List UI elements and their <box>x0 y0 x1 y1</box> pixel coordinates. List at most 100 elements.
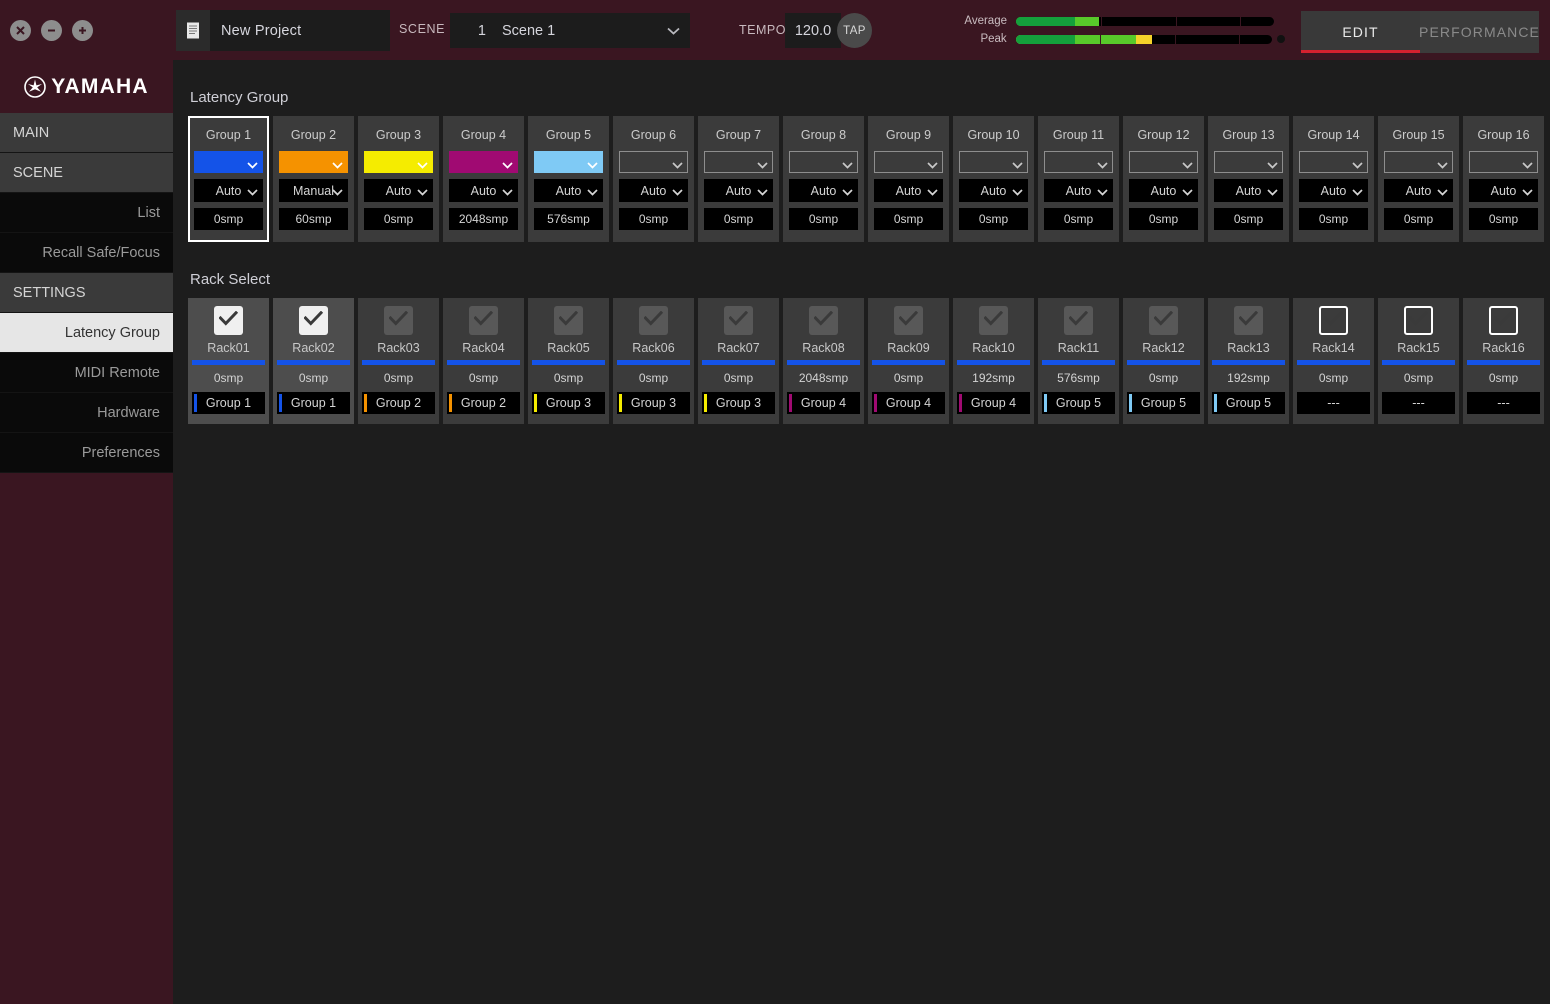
rack-group-selector[interactable]: Group 1 <box>192 392 265 414</box>
group-color-selector[interactable] <box>704 151 773 173</box>
sidebar-item-list[interactable]: List <box>0 193 173 233</box>
latency-mode-selector[interactable]: Auto <box>1044 179 1113 202</box>
rack-group-selector[interactable]: --- <box>1382 392 1455 414</box>
rack-group-selector[interactable]: Group 5 <box>1127 392 1200 414</box>
rack-checkbox[interactable] <box>1149 306 1178 335</box>
tab-performance[interactable]: PERFORMANCE <box>1419 11 1539 53</box>
rack-group-selector[interactable]: --- <box>1297 392 1370 414</box>
rack-checkbox[interactable] <box>639 306 668 335</box>
tab-edit[interactable]: EDIT <box>1301 11 1420 53</box>
latency-group-card[interactable]: Group 13 Auto 0smp <box>1208 116 1289 242</box>
group-color-selector[interactable] <box>1469 151 1538 173</box>
group-color-selector[interactable] <box>959 151 1028 173</box>
sidebar-item-recall-safe-focus[interactable]: Recall Safe/Focus <box>0 233 173 273</box>
latency-mode-selector[interactable]: Auto <box>704 179 773 202</box>
latency-group-card[interactable]: Group 11 Auto 0smp <box>1038 116 1119 242</box>
rack-checkbox[interactable] <box>1234 306 1263 335</box>
rack-card[interactable]: Rack04 0smp Group 2 <box>443 298 524 424</box>
group-color-selector[interactable] <box>1129 151 1198 173</box>
rack-checkbox[interactable] <box>1319 306 1348 335</box>
group-color-selector[interactable] <box>364 151 433 173</box>
rack-group-selector[interactable]: Group 4 <box>787 392 860 414</box>
group-color-selector[interactable] <box>619 151 688 173</box>
rack-card[interactable]: Rack14 0smp --- <box>1293 298 1374 424</box>
rack-checkbox[interactable] <box>214 306 243 335</box>
latency-group-card[interactable]: Group 4 Auto 2048smp <box>443 116 524 242</box>
rack-checkbox[interactable] <box>299 306 328 335</box>
rack-card[interactable]: Rack16 0smp --- <box>1463 298 1544 424</box>
rack-group-selector[interactable]: Group 1 <box>277 392 350 414</box>
sidebar-item-main[interactable]: MAIN <box>0 113 173 153</box>
rack-group-selector[interactable]: Group 4 <box>872 392 945 414</box>
latency-mode-selector[interactable]: Manual <box>279 179 348 202</box>
rack-card[interactable]: Rack09 0smp Group 4 <box>868 298 949 424</box>
rack-checkbox[interactable] <box>384 306 413 335</box>
rack-group-selector[interactable]: Group 3 <box>532 392 605 414</box>
latency-mode-selector[interactable]: Auto <box>449 179 518 202</box>
latency-group-card[interactable]: Group 6 Auto 0smp <box>613 116 694 242</box>
rack-group-selector[interactable]: Group 5 <box>1212 392 1285 414</box>
rack-card[interactable]: Rack01 0smp Group 1 <box>188 298 269 424</box>
rack-checkbox[interactable] <box>979 306 1008 335</box>
rack-card[interactable]: Rack11 576smp Group 5 <box>1038 298 1119 424</box>
group-color-selector[interactable] <box>1384 151 1453 173</box>
rack-card[interactable]: Rack06 0smp Group 3 <box>613 298 694 424</box>
sidebar-item-settings[interactable]: SETTINGS <box>0 273 173 313</box>
rack-group-selector[interactable]: Group 5 <box>1042 392 1115 414</box>
tempo-value[interactable]: 120.0 <box>785 13 841 48</box>
rack-checkbox[interactable] <box>894 306 923 335</box>
group-color-selector[interactable] <box>194 151 263 173</box>
rack-group-selector[interactable]: Group 3 <box>702 392 775 414</box>
rack-card[interactable]: Rack13 192smp Group 5 <box>1208 298 1289 424</box>
project-field[interactable]: New Project <box>176 10 390 51</box>
latency-mode-selector[interactable]: Auto <box>874 179 943 202</box>
latency-group-card[interactable]: Group 10 Auto 0smp <box>953 116 1034 242</box>
latency-group-card[interactable]: Group 5 Auto 576smp <box>528 116 609 242</box>
sidebar-item-hardware[interactable]: Hardware <box>0 393 173 433</box>
rack-card[interactable]: Rack10 192smp Group 4 <box>953 298 1034 424</box>
latency-group-card[interactable]: Group 15 Auto 0smp <box>1378 116 1459 242</box>
sidebar-item-latency-group[interactable]: Latency Group <box>0 313 173 353</box>
rack-group-selector[interactable]: Group 2 <box>362 392 435 414</box>
group-color-selector[interactable] <box>1299 151 1368 173</box>
rack-card[interactable]: Rack07 0smp Group 3 <box>698 298 779 424</box>
sidebar-item-midi-remote[interactable]: MIDI Remote <box>0 353 173 393</box>
latency-mode-selector[interactable]: Auto <box>789 179 858 202</box>
rack-group-selector[interactable]: Group 3 <box>617 392 690 414</box>
latency-mode-selector[interactable]: Auto <box>959 179 1028 202</box>
latency-group-card[interactable]: Group 2 Manual 60smp <box>273 116 354 242</box>
rack-card[interactable]: Rack05 0smp Group 3 <box>528 298 609 424</box>
rack-card[interactable]: Rack12 0smp Group 5 <box>1123 298 1204 424</box>
rack-checkbox[interactable] <box>1489 306 1518 335</box>
latency-group-card[interactable]: Group 3 Auto 0smp <box>358 116 439 242</box>
latency-mode-selector[interactable]: Auto <box>534 179 603 202</box>
rack-group-selector[interactable]: Group 2 <box>447 392 520 414</box>
latency-mode-selector[interactable]: Auto <box>364 179 433 202</box>
latency-mode-selector[interactable]: Auto <box>1384 179 1453 202</box>
group-color-selector[interactable] <box>279 151 348 173</box>
latency-group-card[interactable]: Group 14 Auto 0smp <box>1293 116 1374 242</box>
latency-group-card[interactable]: Group 7 Auto 0smp <box>698 116 779 242</box>
sidebar-item-scene[interactable]: SCENE <box>0 153 173 193</box>
rack-checkbox[interactable] <box>469 306 498 335</box>
tap-button[interactable]: TAP <box>837 13 872 48</box>
group-color-selector[interactable] <box>1214 151 1283 173</box>
group-color-selector[interactable] <box>789 151 858 173</box>
rack-card[interactable]: Rack15 0smp --- <box>1378 298 1459 424</box>
rack-group-selector[interactable]: Group 4 <box>957 392 1030 414</box>
group-color-selector[interactable] <box>874 151 943 173</box>
minimize-icon[interactable] <box>41 19 62 41</box>
rack-checkbox[interactable] <box>724 306 753 335</box>
rack-checkbox[interactable] <box>1404 306 1433 335</box>
group-color-selector[interactable] <box>449 151 518 173</box>
latency-mode-selector[interactable]: Auto <box>619 179 688 202</box>
rack-card[interactable]: Rack08 2048smp Group 4 <box>783 298 864 424</box>
scene-selector[interactable]: 1 Scene 1 <box>450 13 690 48</box>
latency-group-card[interactable]: Group 16 Auto 0smp <box>1463 116 1544 242</box>
latency-mode-selector[interactable]: Auto <box>1129 179 1198 202</box>
rack-checkbox[interactable] <box>809 306 838 335</box>
latency-mode-selector[interactable]: Auto <box>1214 179 1283 202</box>
group-color-selector[interactable] <box>534 151 603 173</box>
latency-group-card[interactable]: Group 12 Auto 0smp <box>1123 116 1204 242</box>
latency-group-card[interactable]: Group 8 Auto 0smp <box>783 116 864 242</box>
